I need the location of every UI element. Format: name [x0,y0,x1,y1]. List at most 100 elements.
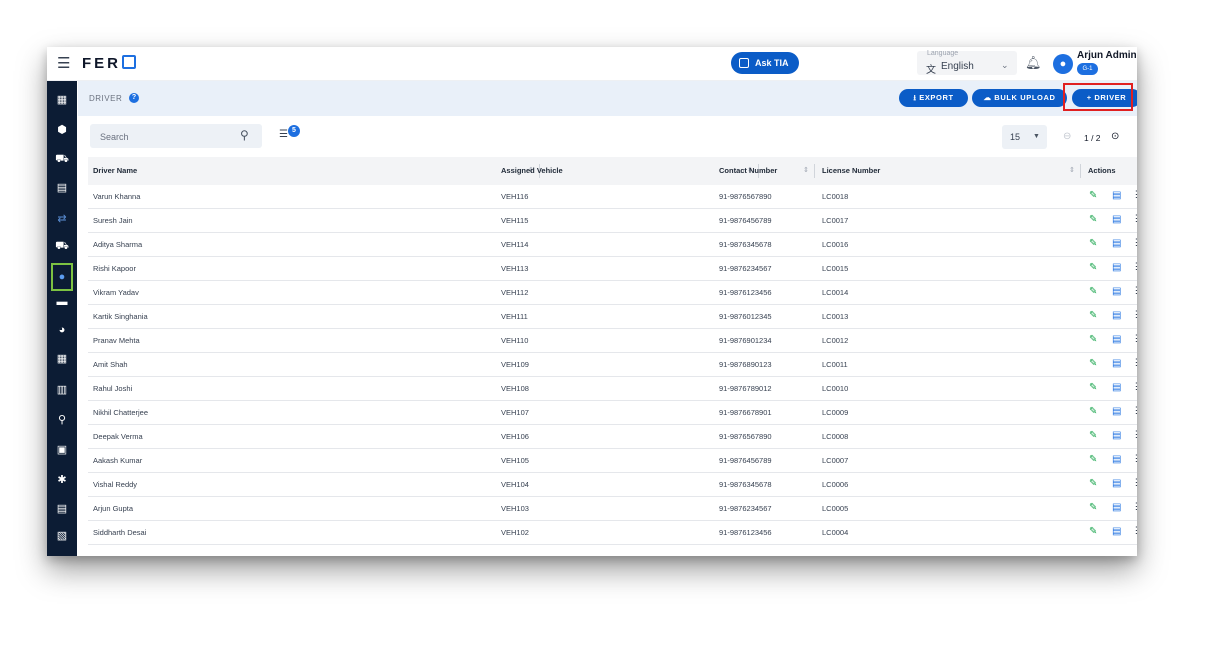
avatar[interactable]: ● [1053,54,1073,74]
ticket-icon[interactable]: ▤ [53,179,71,197]
ask-tia-button[interactable]: Ask TIA [731,52,799,74]
list-icon[interactable]: ☰ [1135,406,1137,418]
document-icon[interactable]: ▤ [1112,286,1121,298]
table-row[interactable]: Siddharth Desai VEH102 91-9876123456 LC0004… [88,521,1137,545]
list-icon[interactable]: ☰ [1135,382,1137,394]
edit-icon[interactable]: ✎ [1089,214,1097,226]
document-icon[interactable]: ▤ [1112,358,1121,370]
search-input[interactable] [90,124,242,150]
truck-transfer-icon[interactable]: ⇄ [53,210,71,228]
package-icon[interactable]: ⬢ [53,121,71,139]
document-icon[interactable]: ▤ [1112,406,1121,418]
report-icon[interactable]: ▤ [53,500,71,518]
table-row[interactable]: Vishal Reddy VEH104 91-9876345678 LC0006 ✎ ▤ ☰ [88,473,1137,497]
rows-per-page-select[interactable]: 15 ▼ [1002,125,1047,149]
list-icon[interactable]: ☰ [1135,454,1137,466]
document-icon[interactable]: ▤ [1112,478,1121,490]
list-icon[interactable]: ☰ [1135,310,1137,322]
list-icon[interactable]: ☰ [1135,190,1137,202]
edit-icon[interactable]: ✎ [1089,454,1097,466]
document-icon[interactable]: ▤ [1112,430,1121,442]
list-icon[interactable]: ☰ [1135,430,1137,442]
document-icon[interactable]: ▤ [1112,382,1121,394]
export-button[interactable]: ⭳ EXPORT [899,89,968,107]
search-icon[interactable]: ⚲ [240,128,249,142]
driver-icon[interactable]: ● [51,263,73,291]
table-row[interactable]: Deepak Verma VEH106 91-9876567890 LC0008 ✎ ▤ ☰ [88,425,1137,449]
table-row[interactable]: Rahul Joshi VEH108 91-9876789012 LC0010 ✎ ▤ ☰ [88,377,1137,401]
sort-icon[interactable]: ⇕ [1069,157,1075,185]
document-icon[interactable]: ▤ [1112,214,1121,226]
edit-icon[interactable]: ✎ [1089,406,1097,418]
edit-icon[interactable]: ✎ [1089,526,1097,538]
table-row[interactable]: Varun Khanna VEH116 91-9876567890 LC0018 ✎ ▤ ☰ [88,185,1137,209]
table-row[interactable]: Suresh Jain VEH115 91-9876456789 LC0017 ✎ ▤ ☰ [88,209,1137,233]
document-icon[interactable]: ▤ [1112,310,1121,322]
sheet-icon[interactable]: ▦ [53,350,71,368]
document-icon[interactable]: ▤ [1112,502,1121,514]
table-row[interactable]: Aakash Kumar VEH105 91-9876456789 LC0007 ✎ ▤ ☰ [88,449,1137,473]
edit-icon[interactable]: ✎ [1089,190,1097,202]
bulk-upload-button[interactable]: ☁ BULK UPLOAD [972,89,1067,107]
building-icon[interactable]: ▥ [53,381,71,399]
table-row[interactable]: Arjun Gupta VEH103 91-9876234567 LC0005 ✎ ▤ ☰ [88,497,1137,521]
help-icon[interactable]: ? [129,93,139,103]
list-icon[interactable]: ☰ [1135,262,1137,274]
col-assigned-vehicle[interactable]: Assigned Vehicle [501,157,563,185]
edit-icon[interactable]: ✎ [1089,382,1097,394]
edit-icon[interactable]: ✎ [1089,238,1097,250]
list-icon[interactable]: ☰ [1135,526,1137,538]
list-icon[interactable]: ☰ [1135,334,1137,346]
filter-icon[interactable]: ☰ [279,129,288,140]
user-voice-icon[interactable]: ◕ [53,321,71,339]
license-number-cell: LC0011 [822,360,848,369]
fleet-icon[interactable]: ⛟ [53,150,71,168]
edit-icon[interactable]: ✎ [1089,430,1097,442]
document-icon[interactable]: ▤ [1112,334,1121,346]
bell-icon[interactable]: 🔔︎ [1025,56,1042,69]
edit-icon[interactable]: ✎ [1089,286,1097,298]
route-icon[interactable]: ⚲ [53,411,71,429]
settings-icon[interactable]: ✱ [53,471,71,489]
document-icon[interactable]: ▤ [1112,238,1121,250]
sort-icon[interactable]: ⇕ [803,157,809,185]
edit-icon[interactable]: ✎ [1089,334,1097,346]
edit-icon[interactable]: ✎ [1089,478,1097,490]
archive-icon[interactable]: ▧ [53,527,71,545]
col-contact-number[interactable]: Contact Number [719,157,777,185]
edit-icon[interactable]: ✎ [1089,262,1097,274]
document-icon[interactable]: ▤ [1112,262,1121,274]
table-row[interactable]: Kartik Singhania VEH111 91-9876012345 LC001… [88,305,1137,329]
table-row[interactable]: Vikram Yadav VEH112 91-9876123456 LC0014 ✎ ▤ ☰ [88,281,1137,305]
document-icon[interactable]: ▤ [1112,526,1121,538]
license-number-cell: LC0014 [822,288,849,297]
col-driver-name[interactable]: Driver Name [93,157,137,185]
table-row[interactable]: Nikhil Chatterjee VEH107 91-9876678901 LC00… [88,401,1137,425]
table-row[interactable]: Pranav Mehta VEH110 91-9876901234 LC0012 ✎ ▤ ☰ [88,329,1137,353]
chat-icon[interactable]: ▬ [53,293,71,311]
edit-icon[interactable]: ✎ [1089,310,1097,322]
list-icon[interactable]: ☰ [1135,286,1137,298]
dashboard-icon[interactable]: ▦ [53,91,71,109]
inventory-icon[interactable]: ▣ [53,441,71,459]
list-icon[interactable]: ☰ [1135,214,1137,226]
table-row[interactable]: Aditya Sharma VEH114 91-9876345678 LC0016 ✎ ▤… [88,233,1137,257]
prev-page-icon[interactable]: ⊖ [1063,131,1071,142]
contact-number-cell: 91-9876234567 [719,264,772,273]
list-icon[interactable]: ☰ [1135,358,1137,370]
table-row[interactable]: Rishi Kapoor VEH113 91-9876234567 LC0015 ✎ ▤ ☰ [88,257,1137,281]
list-icon[interactable]: ☰ [1135,502,1137,514]
edit-icon[interactable]: ✎ [1089,358,1097,370]
document-icon[interactable]: ▤ [1112,454,1121,466]
truck-icon[interactable]: ⛟ [53,237,71,255]
edit-icon[interactable]: ✎ [1089,502,1097,514]
document-icon[interactable]: ▤ [1112,190,1121,202]
menu-icon[interactable]: ☰ [57,56,70,71]
list-icon[interactable]: ☰ [1135,238,1137,250]
table-row[interactable]: Amit Shah VEH109 91-9876890123 LC0011 ✎ ▤ ☰ [88,353,1137,377]
language-select[interactable]: Language 文 English ⌄ [917,50,1017,76]
col-license-number[interactable]: License Number [822,157,880,185]
driver-name-cell: Amit Shah [93,360,128,369]
next-page-icon[interactable]: ⊙ [1111,131,1119,142]
list-icon[interactable]: ☰ [1135,478,1137,490]
